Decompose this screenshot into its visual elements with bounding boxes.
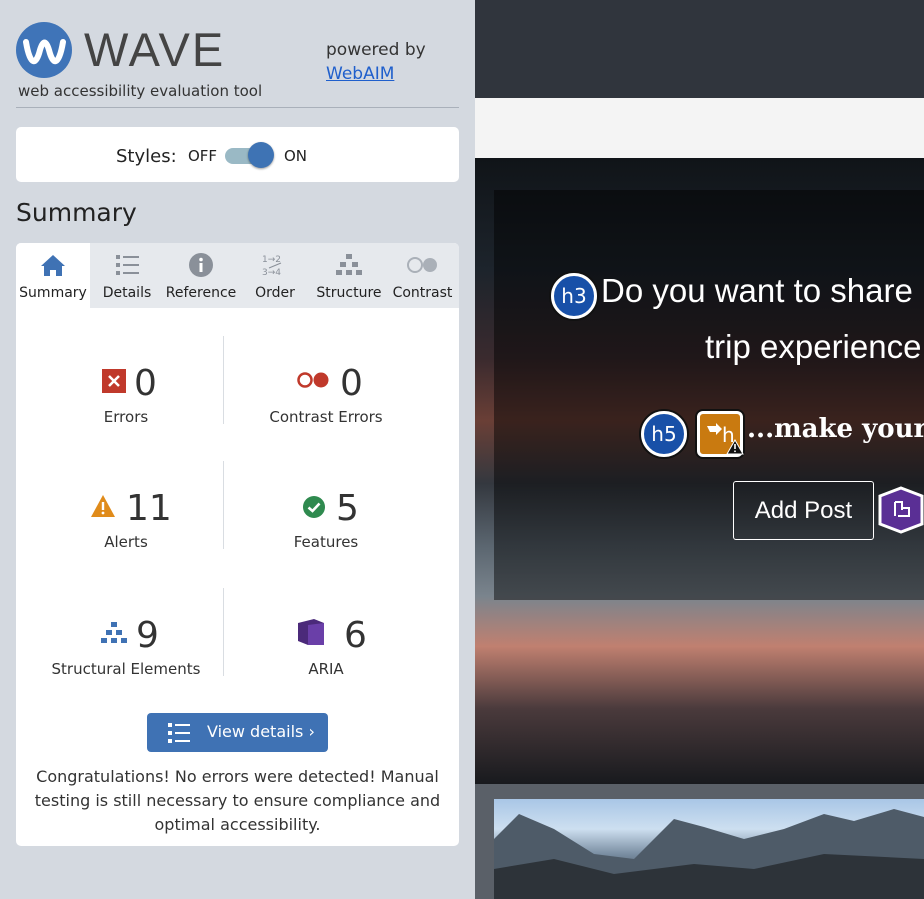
features-label: Features <box>293 533 359 551</box>
styles-label: Styles: <box>116 146 177 167</box>
contrast-error-icon <box>297 372 329 388</box>
heading-alert-badge-icon[interactable]: h <box>697 411 744 457</box>
styles-on-label: ON <box>284 147 308 165</box>
errors-label: Errors <box>103 408 149 426</box>
order-icon: 1→2 3→4 <box>238 253 312 278</box>
tab-label: Contrast <box>392 285 453 301</box>
info-icon <box>164 253 238 277</box>
warning-icon <box>726 439 744 455</box>
aria-icon <box>298 619 324 645</box>
tab-summary[interactable]: Summary <box>16 243 90 308</box>
wave-sidebar: WAVE web accessibility evaluation tool p… <box>0 0 475 899</box>
contrast-errors-stat[interactable]: 0 Contrast Errors <box>226 363 426 433</box>
view-details-button[interactable]: View details › <box>147 713 328 752</box>
alert-icon <box>91 495 115 517</box>
tab-label: Summary <box>19 285 87 301</box>
contrast-icon <box>386 253 459 277</box>
view-details-label: View details › <box>207 722 315 741</box>
tab-bar: Summary Details Reference 1→2 3→4 Order … <box>16 243 459 308</box>
tab-label: Reference <box>165 285 237 301</box>
page-preview: h3 Do you want to share trip experience … <box>475 0 924 899</box>
alerts-stat[interactable]: 11 Alerts <box>26 488 226 558</box>
wave-title: WAVE <box>84 23 226 76</box>
summary-panel: Summary Details Reference 1→2 3→4 Order … <box>16 243 459 846</box>
site-topbar <box>475 0 924 98</box>
tab-label: Structure <box>316 285 382 301</box>
tab-label: Order <box>255 285 295 301</box>
site-navbar <box>475 98 924 158</box>
aria-count: 6 <box>344 615 367 656</box>
svg-text:3→4: 3→4 <box>262 268 281 277</box>
features-stat[interactable]: 5 Features <box>226 488 426 558</box>
wave-subtitle: web accessibility evaluation tool <box>18 82 263 100</box>
structural-label: Structural Elements <box>51 660 201 678</box>
structural-count: 9 <box>136 615 159 656</box>
errors-count: 0 <box>134 363 157 404</box>
styles-toggle-box: Styles: OFF ON <box>16 127 459 182</box>
alerts-label: Alerts <box>104 533 148 551</box>
aria-badge-icon[interactable] <box>878 486 924 534</box>
features-count: 5 <box>336 488 359 529</box>
h3-badge-icon[interactable]: h3 <box>551 273 597 319</box>
svg-text:1→2: 1→2 <box>262 255 281 265</box>
feature-icon <box>303 496 325 518</box>
wave-logo-icon <box>16 22 72 78</box>
mountain-image <box>494 809 924 899</box>
error-icon <box>102 369 126 393</box>
header-divider <box>16 107 459 108</box>
h5-badge-icon[interactable]: h5 <box>641 411 687 457</box>
contrast-errors-label: Contrast Errors <box>269 408 383 426</box>
congrats-message: Congratulations! No errors were detected… <box>34 767 441 834</box>
tab-reference[interactable]: Reference <box>164 243 238 308</box>
home-icon <box>16 253 90 277</box>
errors-stat[interactable]: 0 Errors <box>26 363 226 433</box>
tab-structure[interactable]: Structure <box>312 243 386 308</box>
hero-title-line2: trip experience <box>705 328 922 365</box>
add-post-button[interactable]: Add Post <box>733 481 874 540</box>
list-icon <box>90 253 164 277</box>
tab-details[interactable]: Details <box>90 243 164 308</box>
alerts-count: 11 <box>126 488 172 529</box>
summary-heading: Summary <box>16 198 137 227</box>
styles-off-label: OFF <box>188 147 218 165</box>
webaim-link[interactable]: WebAIM <box>326 64 394 84</box>
contrast-errors-count: 0 <box>340 363 363 404</box>
hero-title: Do you want to share <box>601 272 913 309</box>
aria-stat[interactable]: 6 ARIA <box>226 615 426 685</box>
list-icon <box>168 723 190 743</box>
tab-contrast[interactable]: Contrast <box>386 243 459 308</box>
structural-stat[interactable]: 9 Structural Elements <box>26 615 226 685</box>
tab-order[interactable]: 1→2 3→4 Order <box>238 243 312 308</box>
aria-label: ARIA <box>308 660 344 678</box>
hero-subtitle: ...make your o <box>747 414 924 444</box>
tab-label: Details <box>102 285 152 301</box>
structural-icon <box>101 622 127 643</box>
mountain-card-image <box>494 799 924 899</box>
powered-by-label: powered by <box>326 40 426 60</box>
styles-toggle-knob[interactable] <box>248 142 274 168</box>
structure-icon <box>312 253 386 277</box>
